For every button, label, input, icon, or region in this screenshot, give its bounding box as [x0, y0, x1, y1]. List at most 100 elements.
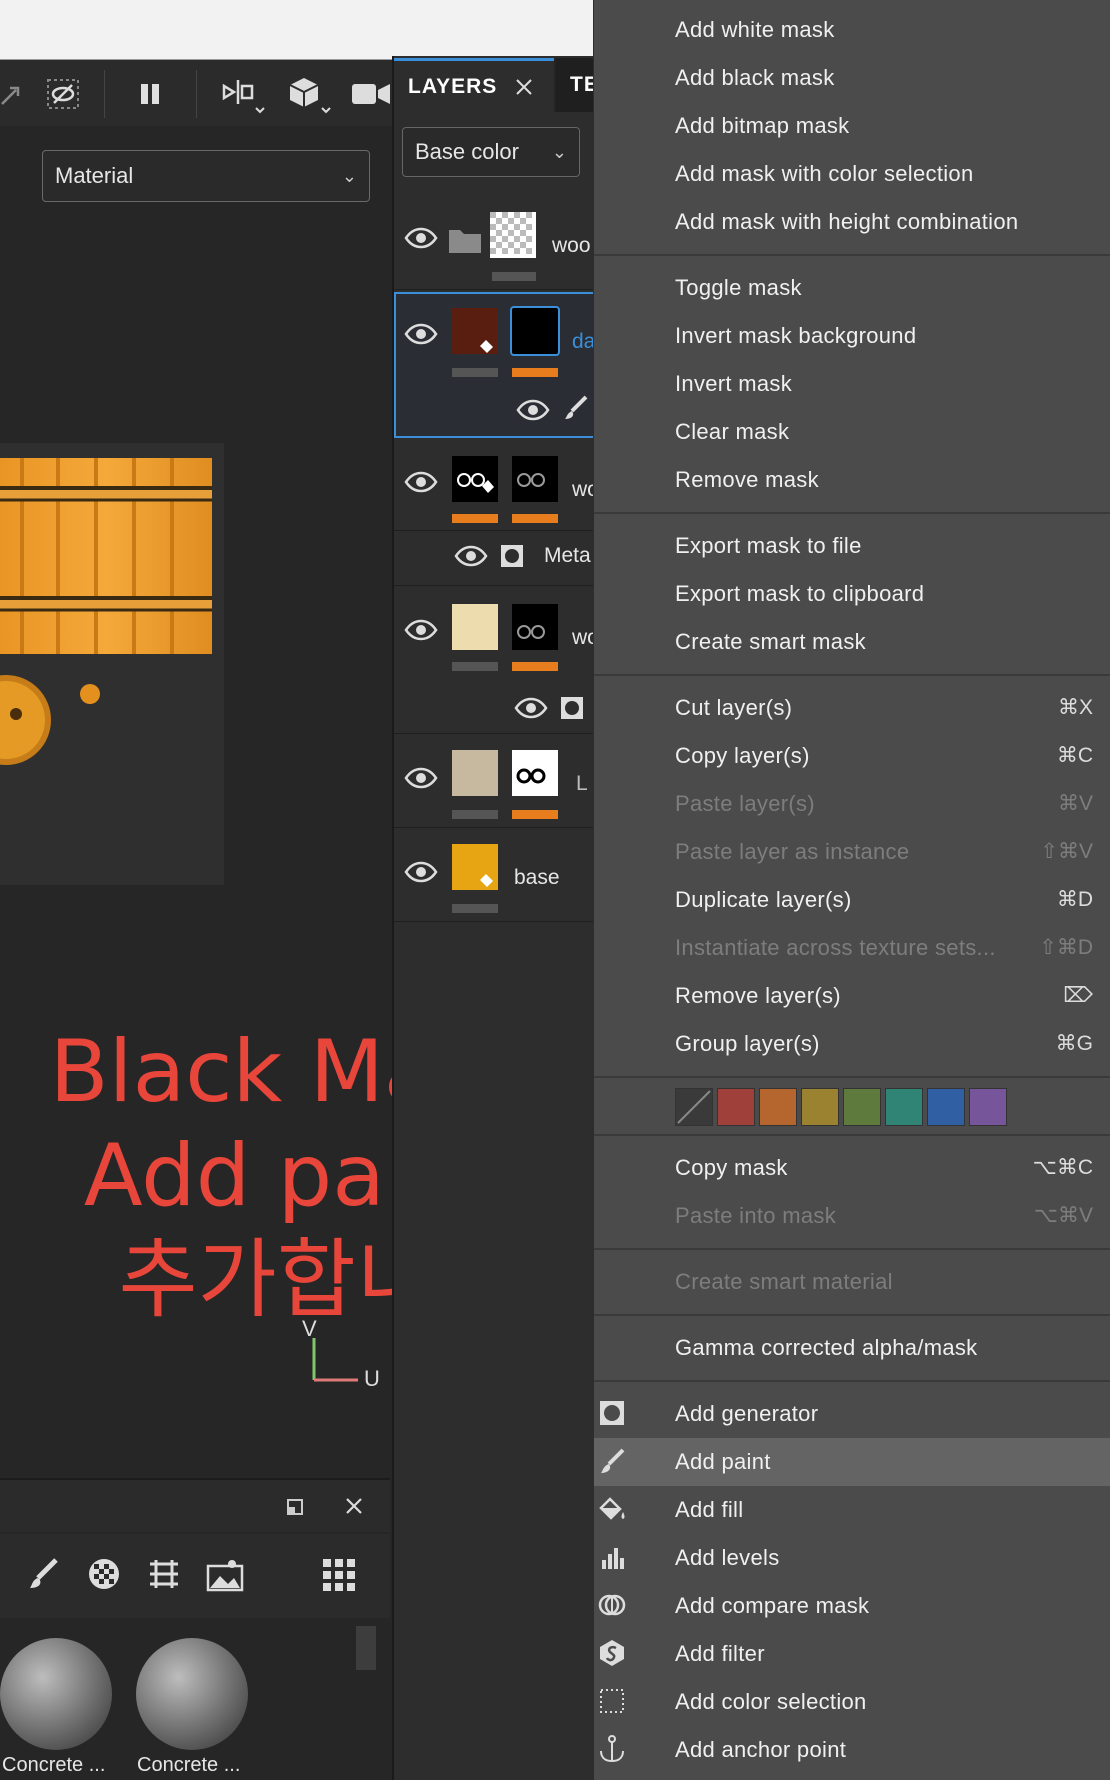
video-camera-icon[interactable]	[350, 74, 390, 114]
menu-item-export-mask-clipboard[interactable]: Export mask to clipboard	[594, 570, 1110, 618]
eye-icon[interactable]	[516, 398, 550, 422]
menu-item-duplicate-layers[interactable]: Duplicate layer(s) ⌘D	[594, 876, 1110, 924]
mask-thumbnail[interactable]	[512, 604, 558, 650]
layer-row[interactable]: base	[394, 830, 612, 922]
layer-row[interactable]: wo Meta	[394, 440, 612, 586]
menu-item-instantiate-across-sets: Instantiate across texture sets... ⇧⌘D	[594, 924, 1110, 972]
menu-item-shortcut: ⇧⌘D	[1039, 936, 1093, 959]
material-preview-sphere[interactable]	[0, 1638, 112, 1750]
layer-color-thumbnail[interactable]	[452, 750, 498, 796]
brush-icon	[601, 1448, 625, 1473]
menu-item-add-white-mask[interactable]: Add white mask	[594, 6, 1110, 54]
layer-color-thumbnail[interactable]	[452, 456, 498, 502]
fill-bucket-icon	[599, 1497, 625, 1520]
layer-row[interactable]: L	[394, 736, 612, 828]
menu-item-add-color-selection[interactable]: Add color selection	[594, 1678, 1110, 1726]
menu-item-add-paint[interactable]: Add paint	[594, 1438, 1110, 1486]
hide-icon[interactable]	[44, 74, 84, 114]
menu-item-add-anchor-point[interactable]: Add anchor point	[594, 1726, 1110, 1774]
menu-item-add-filter[interactable]: Add filter	[594, 1630, 1110, 1678]
menu-item-invert-mask-background[interactable]: Invert mask background	[594, 312, 1110, 360]
pause-icon[interactable]	[132, 74, 172, 114]
menu-item-shortcut: ⇧⌘V	[1040, 840, 1093, 863]
eye-icon[interactable]	[404, 860, 438, 884]
eye-icon[interactable]	[404, 470, 438, 494]
menu-item-cut-layers[interactable]: Cut layer(s) ⌘X	[594, 684, 1110, 732]
eye-icon[interactable]	[404, 766, 438, 790]
eye-icon[interactable]	[404, 322, 438, 346]
mask-thumbnail[interactable]	[512, 456, 558, 502]
menu-item-label: Clear mask	[675, 419, 790, 444]
paint-effect-icon[interactable]	[562, 394, 590, 422]
tab-layers[interactable]: LAYERS	[394, 58, 554, 112]
display-mode-dropdown[interactable]: Material ⌄	[42, 150, 370, 202]
color-tag-green[interactable]	[843, 1088, 881, 1126]
mask-bar	[512, 662, 558, 671]
procedural-filter-icon[interactable]	[146, 1556, 182, 1592]
menu-item-clear-mask[interactable]: Clear mask	[594, 408, 1110, 456]
layer-row-selected[interactable]: da	[394, 292, 612, 438]
close-shelf-icon[interactable]	[344, 1496, 364, 1516]
layer-name: base	[514, 866, 560, 889]
transform-icon[interactable]	[0, 74, 34, 114]
color-tag-blue[interactable]	[927, 1088, 965, 1126]
axis-v-label: V	[302, 1316, 317, 1341]
eye-icon[interactable]	[514, 696, 548, 720]
menu-item-copy-mask[interactable]: Copy mask ⌥⌘C	[594, 1144, 1110, 1192]
menu-item-add-mask-height-combination[interactable]: Add mask with height combination	[594, 198, 1110, 246]
eye-icon[interactable]	[404, 618, 438, 642]
menu-item-add-levels[interactable]: Add levels	[594, 1534, 1110, 1582]
color-tag-none[interactable]	[675, 1088, 713, 1126]
color-tag-red[interactable]	[717, 1088, 755, 1126]
menu-item-invert-mask[interactable]: Invert mask	[594, 360, 1110, 408]
menu-item-add-generator[interactable]: Add generator	[594, 1390, 1110, 1438]
menu-item-add-fill[interactable]: Add fill	[594, 1486, 1110, 1534]
menu-item-export-mask-file[interactable]: Export mask to file	[594, 522, 1110, 570]
menu-item-add-compare-mask[interactable]: Add compare mask	[594, 1582, 1110, 1630]
menu-item-create-smart-mask[interactable]: Create smart mask	[594, 618, 1110, 666]
mask-bar	[512, 368, 558, 377]
color-tag-teal[interactable]	[885, 1088, 923, 1126]
menu-item-create-smart-material: Create smart material	[594, 1258, 1110, 1306]
material-preview-sphere[interactable]	[136, 1638, 248, 1750]
close-tab-icon[interactable]	[515, 78, 533, 96]
opacity-bar	[452, 368, 498, 377]
grid-view-icon[interactable]	[322, 1558, 356, 1592]
menu-item-copy-layers[interactable]: Copy layer(s) ⌘C	[594, 732, 1110, 780]
menu-item-add-bitmap-mask[interactable]: Add bitmap mask	[594, 102, 1110, 150]
color-tag-yellow[interactable]	[801, 1088, 839, 1126]
color-tag-orange[interactable]	[759, 1088, 797, 1126]
layer-row[interactable]: woo	[394, 196, 612, 290]
menu-item-group-layers[interactable]: Group layer(s) ⌘G	[594, 1020, 1110, 1068]
menu-item-add-mask-color-selection[interactable]: Add mask with color selection	[594, 150, 1110, 198]
tab-layers-label: LAYERS	[408, 74, 498, 98]
brush-filter-icon[interactable]	[26, 1556, 62, 1592]
barrel-uv-texture	[0, 458, 212, 654]
layer-color-thumbnail[interactable]	[452, 604, 498, 650]
menu-item-toggle-mask[interactable]: Toggle mask	[594, 264, 1110, 312]
symmetry-icon[interactable]	[220, 74, 265, 114]
black-mask-thumbnail[interactable]	[510, 306, 560, 356]
shelf-item-label: Concrete ...	[137, 1754, 241, 1776]
float-window-icon[interactable]	[286, 1498, 304, 1516]
channel-dropdown[interactable]: Base color ⌄	[402, 127, 580, 177]
texture-filter-icon[interactable]	[86, 1556, 122, 1592]
layer-name: L	[576, 772, 588, 795]
color-tag-purple[interactable]	[969, 1088, 1007, 1126]
layer-row[interactable]: wo	[394, 588, 612, 734]
menu-item-label: Add fill	[675, 1497, 744, 1522]
mask-thumbnail[interactable]	[512, 750, 558, 796]
menu-item-remove-layers[interactable]: Remove layer(s) ⌦	[594, 972, 1110, 1020]
cube-camera-icon[interactable]	[284, 74, 331, 114]
eye-icon[interactable]	[404, 226, 438, 250]
eye-icon[interactable]	[454, 544, 488, 568]
menu-item-remove-mask[interactable]: Remove mask	[594, 456, 1110, 504]
fill-bucket-icon	[480, 874, 493, 887]
shelf-scrollbar[interactable]	[356, 1626, 376, 1670]
menu-item-add-black-mask[interactable]: Add black mask	[594, 54, 1110, 102]
menu-item-shortcut: ⌘C	[1056, 744, 1093, 767]
menu-item-gamma-corrected[interactable]: Gamma corrected alpha/mask	[594, 1324, 1110, 1372]
environment-filter-icon[interactable]	[206, 1556, 244, 1592]
menu-item-shortcut: ⌘X	[1057, 696, 1093, 719]
compare-mask-icon	[598, 1594, 626, 1616]
